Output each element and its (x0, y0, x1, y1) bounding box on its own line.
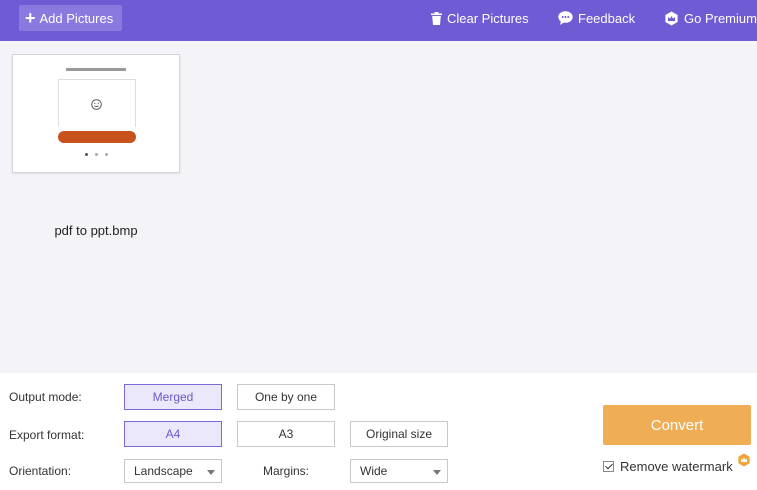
orientation-label: Orientation: (9, 464, 72, 478)
clear-pictures-label: Clear Pictures (447, 10, 529, 26)
go-premium-button[interactable]: Go Premium (664, 9, 757, 27)
export-format-a3-option[interactable]: A3 (237, 421, 335, 447)
remove-watermark-label: Remove watermark (620, 458, 733, 474)
add-pictures-button[interactable]: + Add Pictures (19, 5, 122, 31)
clear-pictures-button[interactable]: Clear Pictures (431, 9, 529, 27)
picture-thumbnail[interactable] (12, 54, 180, 173)
chat-bubble-icon (558, 11, 573, 25)
output-mode-one-by-one-option[interactable]: One by one (237, 384, 335, 410)
smiley-face-icon (91, 99, 102, 110)
export-format-a4-option[interactable]: A4 (124, 421, 222, 447)
convert-button[interactable]: Convert (603, 405, 751, 445)
plus-icon: + (25, 8, 36, 28)
crown-badge-icon (665, 11, 678, 25)
orientation-value: Landscape (134, 464, 193, 478)
premium-badge-icon (738, 453, 750, 467)
feedback-button[interactable]: Feedback (558, 9, 635, 27)
output-mode-label: Output mode: (9, 390, 82, 404)
margins-dropdown[interactable]: Wide (350, 459, 448, 483)
export-format-original-size-option[interactable]: Original size (350, 421, 448, 447)
orientation-dropdown[interactable]: Landscape (124, 459, 222, 483)
remove-watermark-checkbox[interactable] (603, 460, 614, 472)
margins-value: Wide (360, 464, 388, 478)
settings-panel: Output mode: Merged One by one Export fo… (0, 373, 757, 490)
add-pictures-label: Add Pictures (39, 10, 114, 26)
feedback-label: Feedback (578, 10, 636, 26)
chevron-down-icon (433, 470, 441, 475)
margins-label: Margins: (263, 464, 310, 478)
trash-icon (431, 11, 442, 25)
remove-watermark-row: Remove watermark (603, 458, 733, 474)
chevron-down-icon (207, 470, 215, 475)
export-format-label: Export format: (9, 428, 85, 442)
thumbnail-preview (58, 65, 136, 161)
output-mode-merged-option[interactable]: Merged (124, 384, 222, 410)
go-premium-label: Go Premium (684, 10, 757, 26)
toolbar: + Add Pictures Clear Pictures Feedback G… (0, 0, 757, 41)
file-name: pdf to ppt.bmp (54, 223, 138, 238)
picture-workspace: pdf to ppt.bmp (0, 41, 757, 373)
